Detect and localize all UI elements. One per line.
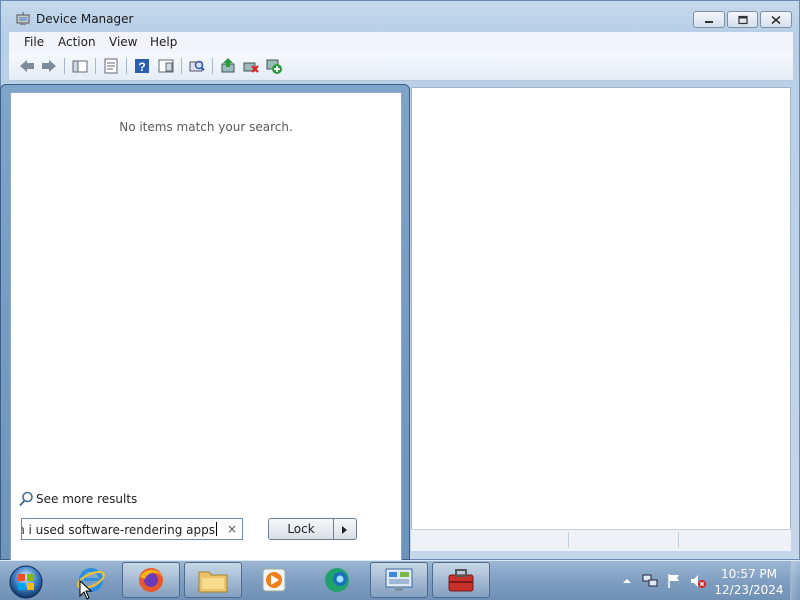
toolbar-separator (64, 58, 65, 74)
start-search-input[interactable]: when i used software-rendering apps × (21, 518, 243, 540)
control-panel-icon (385, 568, 413, 591)
taskbar-media-player[interactable] (245, 562, 303, 598)
media-player-icon (262, 568, 286, 592)
clock-date[interactable]: 12/23/2024 (712, 583, 786, 597)
maximize-icon (737, 15, 748, 24)
close-button[interactable] (760, 11, 792, 28)
file-explorer-icon (198, 571, 228, 593)
taskbar-control-panel[interactable] (370, 562, 428, 598)
network-icon[interactable] (642, 573, 658, 589)
see-more-results-label: See more results (36, 492, 138, 506)
clock-time[interactable]: 10:57 PM (712, 567, 786, 581)
show-desktop-button[interactable] (790, 561, 800, 600)
update-driver-icon[interactable] (219, 57, 237, 75)
minimize-button[interactable] (693, 11, 725, 28)
status-separator (678, 532, 679, 548)
mouse-cursor-icon (79, 580, 93, 600)
taskbar-toolbox[interactable] (432, 562, 490, 598)
arrow-right-icon (342, 526, 347, 534)
status-separator (568, 532, 569, 548)
maximize-button[interactable] (727, 11, 758, 28)
back-icon[interactable] (18, 57, 36, 75)
uninstall-icon[interactable] (242, 57, 260, 75)
window-title: Device Manager (36, 12, 134, 26)
search-icon (19, 491, 33, 507)
search-input-text: when i used software-rendering apps (22, 522, 217, 537)
forward-icon[interactable] (40, 57, 58, 75)
taskbar-edge[interactable] (308, 562, 366, 598)
toolbar: ? (9, 52, 793, 81)
menu-bar: File Action View Help (9, 32, 793, 52)
properties-icon[interactable] (102, 57, 120, 75)
search-input-value: when i used software-rendering apps (22, 523, 215, 537)
text-caret (216, 522, 217, 536)
action-center-flag-icon[interactable] (666, 573, 682, 589)
enable-device-icon[interactable] (265, 57, 283, 75)
volume-muted-icon[interactable] (690, 573, 706, 589)
status-bar (411, 529, 791, 551)
taskbar-firefox[interactable] (122, 562, 180, 598)
close-icon (771, 15, 781, 24)
firefox-icon (139, 568, 163, 592)
lock-button[interactable]: Lock (268, 518, 334, 540)
taskbar: 10:57 PM 12/23/2024 (0, 560, 800, 600)
windows-start-orb[interactable] (6, 563, 46, 599)
menu-view[interactable]: View (109, 35, 137, 49)
toolbar-separator (212, 58, 213, 74)
details-pane[interactable] (411, 87, 791, 530)
menu-help[interactable]: Help (150, 35, 177, 49)
minimize-icon (705, 20, 713, 23)
menu-action[interactable]: Action (58, 35, 96, 49)
clear-search-button[interactable]: × (227, 522, 237, 536)
taskbar-file-explorer[interactable] (184, 562, 242, 598)
no-results-message: No items match your search. (119, 120, 293, 134)
shutdown-options-button[interactable] (334, 518, 357, 540)
show-hidden-icons-icon[interactable] (619, 573, 635, 589)
menu-file[interactable]: File (24, 35, 44, 49)
edge-icon (325, 568, 349, 592)
toolbar-separator (126, 58, 127, 74)
view-pane-icon[interactable] (157, 57, 175, 75)
toolbar-separator (181, 58, 182, 74)
svg-text:?: ? (138, 60, 145, 74)
scan-hardware-icon[interactable] (188, 57, 206, 75)
search-results-panel: No items match your search. See more res… (10, 92, 402, 589)
help-icon[interactable]: ? (133, 57, 151, 75)
toolbar-separator (95, 58, 96, 74)
title-bar[interactable]: Device Manager (1, 1, 799, 33)
device-manager-icon (16, 12, 30, 25)
start-menu: No items match your search. See more res… (0, 84, 410, 589)
show-hide-console-tree-icon[interactable] (71, 57, 89, 75)
toolbox-icon (448, 569, 474, 592)
